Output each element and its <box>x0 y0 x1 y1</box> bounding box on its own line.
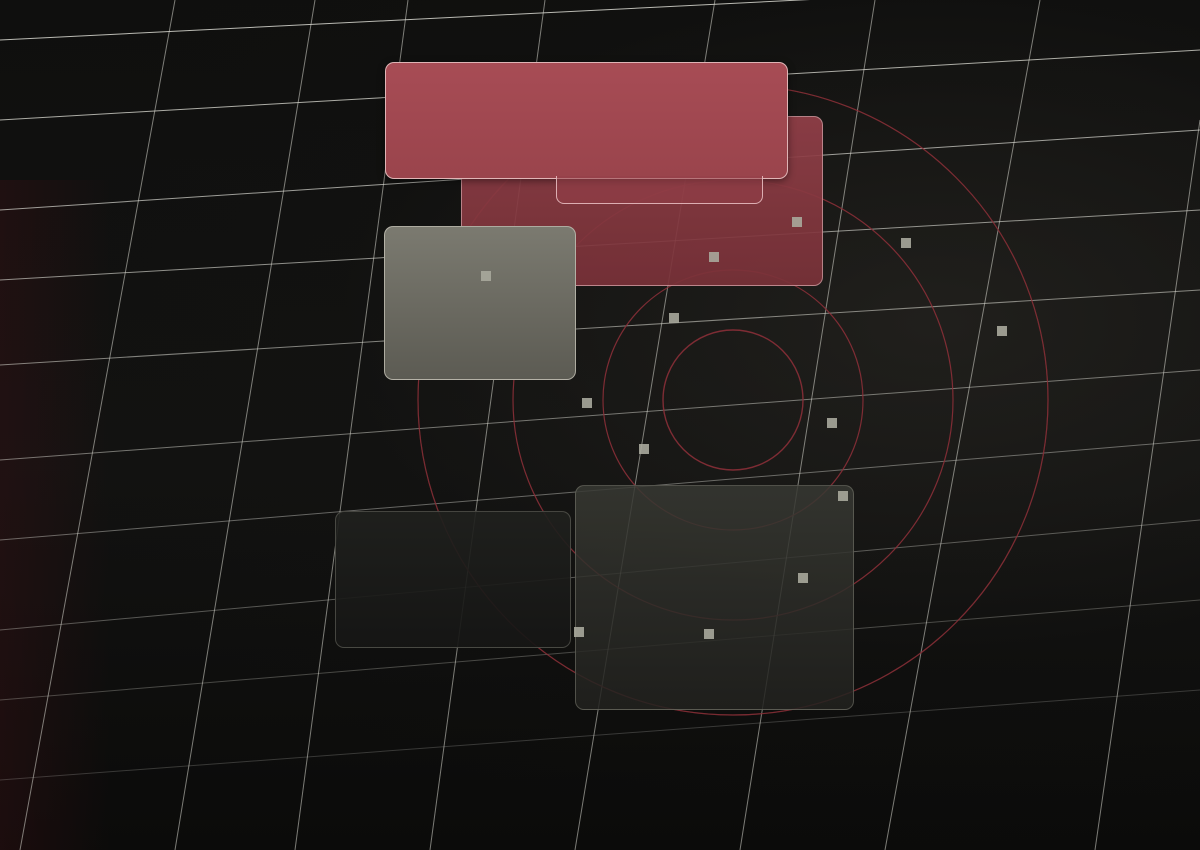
marker-square <box>639 444 649 454</box>
marker-square <box>574 627 584 637</box>
marker-square <box>838 491 848 501</box>
marker-square <box>704 629 714 639</box>
scene-canvas <box>0 0 1200 850</box>
marker-square <box>827 418 837 428</box>
marker-square <box>798 573 808 583</box>
marker-layer <box>481 217 1007 639</box>
marker-square <box>709 252 719 262</box>
marker-square <box>669 313 679 323</box>
marker-square <box>481 271 491 281</box>
marker-square <box>582 398 592 408</box>
marker-square <box>901 238 911 248</box>
marker-square <box>792 217 802 227</box>
marker-square <box>997 326 1007 336</box>
